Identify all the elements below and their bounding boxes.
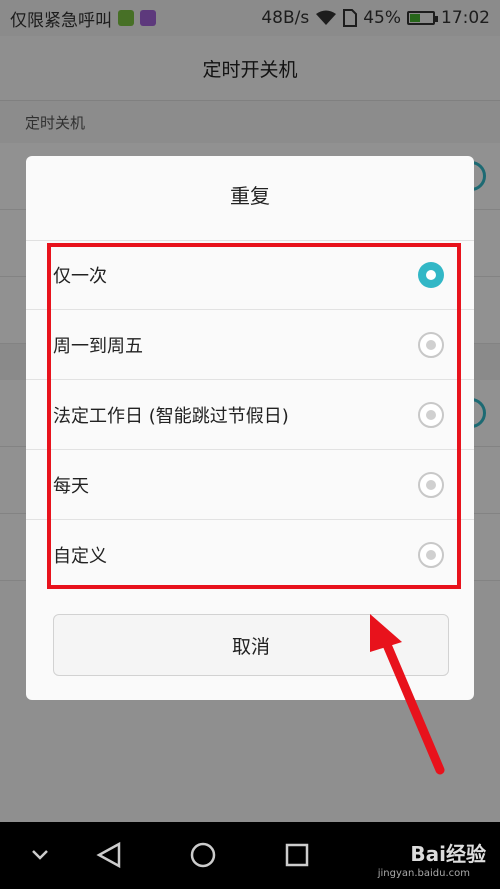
navigation-bar: Bai经验 jingyan.baidu.com <box>0 822 500 889</box>
recents-icon[interactable] <box>284 840 310 870</box>
back-icon[interactable] <box>95 840 123 870</box>
chevron-down-icon[interactable] <box>30 840 50 870</box>
home-icon[interactable] <box>188 840 218 870</box>
watermark-logo: Bai经验 <box>410 842 486 866</box>
watermark-url: jingyan.baidu.com <box>377 868 470 879</box>
annotation-arrow-icon <box>370 614 445 775</box>
